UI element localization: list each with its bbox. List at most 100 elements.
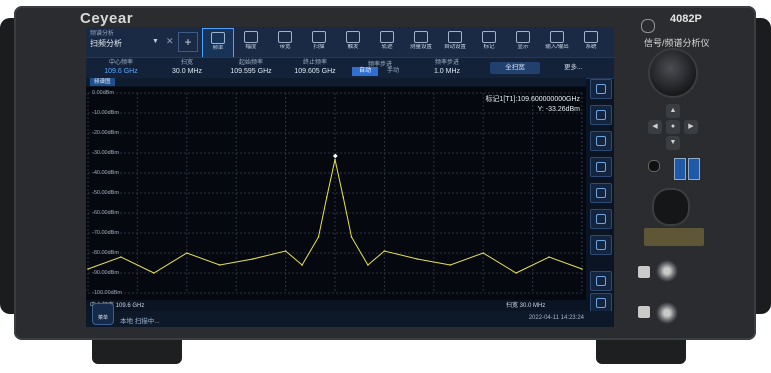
toolbar-button-6[interactable]: 测量设置: [406, 28, 436, 56]
toolbar-icon-10: [550, 31, 564, 43]
toolbar-icon-5: [380, 31, 394, 43]
toolbar-label-11: 系统: [585, 44, 597, 50]
side-button-1[interactable]: [590, 79, 612, 99]
spectrum-trace: [87, 159, 583, 274]
trace-point: [342, 196, 345, 198]
warning-label: [644, 228, 704, 246]
toolbar-icon-1: [244, 31, 258, 43]
toolbar-button-8[interactable]: 标记: [474, 28, 504, 56]
tab-spectrum[interactable]: 频谱图: [90, 78, 115, 86]
rf-output-port[interactable]: [656, 302, 678, 324]
trace-point: [251, 258, 254, 260]
toolbar-label-7: 自动设置: [443, 44, 466, 50]
side-button-5[interactable]: [590, 183, 612, 203]
chevron-down-icon[interactable]: ▼: [152, 38, 159, 45]
toolbar-button-4[interactable]: 触发: [338, 28, 368, 56]
fullscreen-icon: [596, 298, 606, 308]
toolbar-button-1[interactable]: 幅度: [236, 28, 266, 56]
toolbar-button-10[interactable]: 输入/输出: [542, 28, 572, 56]
toolbar-icon-3: [312, 31, 326, 43]
power-icon[interactable]: [641, 19, 655, 33]
side-button-4[interactable]: [590, 157, 612, 177]
toolbar-icon-6: [414, 31, 428, 43]
step-value: 1.0 MHz: [433, 68, 461, 75]
toolbar-button-7[interactable]: 自动设置: [440, 28, 470, 56]
step-param[interactable]: 频率步进 1.0 MHz: [416, 59, 478, 77]
toolbar-button-2[interactable]: 带宽: [270, 28, 300, 56]
toolbar-icon-9: [516, 31, 530, 43]
start-freq-param[interactable]: 起始频率 109.595 GHz: [220, 59, 282, 77]
side-icon-7: [596, 240, 606, 250]
center-freq-label: 中心频率: [108, 60, 133, 66]
side-button-3[interactable]: [590, 131, 612, 151]
trace-point: [449, 264, 452, 266]
y-tick-label: -90.00dBm: [92, 270, 119, 276]
secondary-knob[interactable]: [652, 188, 690, 226]
arrow-right-button[interactable]: ▶: [684, 120, 698, 134]
toolbar-button-11[interactable]: 系统: [576, 28, 606, 56]
side-button-6[interactable]: [590, 209, 612, 229]
step-mode-toggle[interactable]: 自动 手动: [348, 67, 410, 76]
trace-point: [581, 268, 583, 270]
more-button[interactable]: 更多...: [564, 62, 582, 74]
toolbar-label-10: 输入/输出: [545, 44, 569, 50]
y-tick-label: 0.00dBm: [92, 90, 115, 96]
trace-point: [153, 272, 155, 274]
side-toolbar: [588, 79, 612, 323]
rf-output-button[interactable]: [638, 306, 650, 318]
y-tick-label: -50.00dBm: [92, 190, 119, 196]
side-button-2[interactable]: [590, 105, 612, 125]
step-label: 频率步进: [434, 60, 459, 66]
arrow-down-button[interactable]: ▼: [666, 136, 680, 150]
rf-input-button[interactable]: [638, 266, 650, 278]
toolbar-icon-0: [211, 32, 225, 44]
step-auto-option[interactable]: 自动: [352, 67, 378, 76]
help-button[interactable]: [590, 271, 612, 291]
side-icon-5: [596, 188, 606, 198]
x-axis-row: 中心频率 109.6 GHz 扫宽 30.0 MHz: [86, 300, 586, 310]
clock: 2022-04-11 14:23:24: [528, 315, 584, 321]
toolbar-icon-2: [278, 31, 292, 43]
arrow-up-button[interactable]: ▲: [666, 104, 680, 118]
spectrum-plot[interactable]: ◆ 0.00dBm -10.00dBm -20.00dBm -30.00dBm -40.…: [86, 87, 586, 300]
y-tick-label: -20.00dBm: [92, 130, 119, 136]
center-freq-param[interactable]: 中心频率 109.6 GHz: [90, 59, 152, 77]
side-button-7[interactable]: [590, 235, 612, 255]
full-span-button[interactable]: 全扫宽: [490, 62, 540, 74]
trace-point: [350, 236, 353, 238]
y-tick-label: -80.00dBm: [92, 250, 119, 256]
center-freq-value: 109.6 GHz: [104, 68, 138, 75]
rf-input-port[interactable]: [656, 260, 678, 282]
span-param[interactable]: 扫宽 30.0 MHz: [156, 59, 218, 77]
toolbar-label-9: 显示: [517, 44, 529, 50]
usb-port-1[interactable]: [674, 158, 686, 180]
step-manual-option[interactable]: 手动: [380, 67, 406, 76]
toolbar-button-0[interactable]: 频率: [202, 28, 234, 58]
side-icon-3: [596, 136, 606, 146]
toolbar-button-5[interactable]: 轨迹: [372, 28, 402, 56]
close-icon[interactable]: ✕: [166, 36, 174, 47]
toolbar-label-3: 扫描: [313, 44, 325, 50]
add-mode-button[interactable]: +: [178, 32, 198, 52]
toolbar-button-3[interactable]: 扫描: [304, 28, 334, 56]
side-icon-1: [596, 84, 606, 94]
rotary-knob[interactable]: [650, 50, 696, 96]
home-button[interactable]: 菜单: [92, 303, 114, 325]
trace-point: [186, 252, 188, 254]
brand-logo: Ceyear: [80, 10, 134, 27]
stop-freq-value: 109.605 GHz: [294, 68, 336, 75]
toolbar-label-1: 幅度: [245, 44, 257, 50]
toolbar-label-5: 轨迹: [381, 44, 393, 50]
headphone-jack[interactable]: [648, 160, 660, 172]
marker-1: ◆: [333, 154, 338, 160]
trace-point: [367, 264, 369, 266]
stop-freq-param[interactable]: 终止频率 109.605 GHz: [284, 59, 346, 77]
toolbar-button-9[interactable]: 显示: [508, 28, 538, 56]
side-icon-4: [596, 162, 606, 172]
ok-button[interactable]: ●: [666, 120, 680, 134]
side-icon-2: [596, 110, 606, 120]
status-bar: 菜单 本地 扫描中... 2022-04-11 14:23:24: [86, 303, 614, 327]
usb-port-2[interactable]: [688, 158, 700, 180]
arrow-left-button[interactable]: ◀: [648, 120, 662, 134]
fullscreen-button[interactable]: [590, 293, 612, 313]
